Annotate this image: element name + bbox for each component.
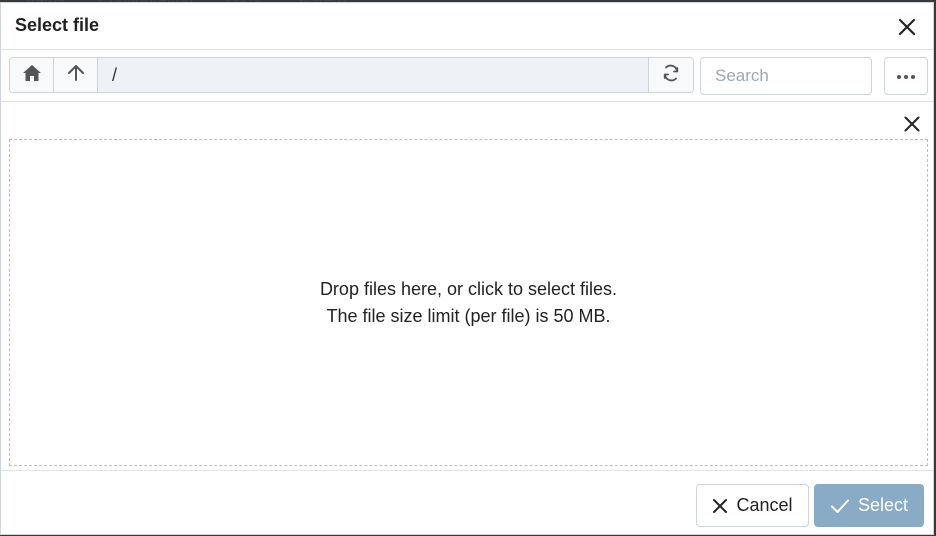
select-file-dialog: Select file / Search Drop files here, or… [0,2,934,535]
search-input[interactable] [700,57,872,95]
file-toolbar: / [1,51,933,102]
select-button[interactable]: Select [814,484,924,527]
dialog-footer: Cancel Select [1,470,933,534]
check-icon [830,498,850,514]
path-navigation: / [9,57,694,93]
home-button[interactable] [10,58,54,92]
dropzone-instruction: Drop files here, or click to select file… [319,278,618,299]
refresh-button[interactable] [649,58,693,92]
close-icon[interactable] [897,17,917,37]
up-directory-button[interactable] [54,58,98,92]
arrow-up-icon [67,64,85,87]
home-icon [22,64,42,87]
file-dropzone[interactable]: Drop files here, or click to select file… [9,139,928,466]
dialog-header: Select file [1,3,933,50]
dropzone-size-limit: The file size limit (per file) is 50 MB. [326,305,611,326]
refresh-icon [661,63,681,88]
close-icon[interactable] [903,115,921,133]
close-icon [712,498,728,514]
cancel-label: Cancel [736,495,793,515]
dialog-title: Select file [15,15,100,35]
select-label: Select [857,495,909,515]
more-options-button[interactable] [884,57,928,95]
cancel-button[interactable]: Cancel [696,484,809,527]
more-icon [896,67,916,85]
current-path[interactable]: / [98,58,649,92]
